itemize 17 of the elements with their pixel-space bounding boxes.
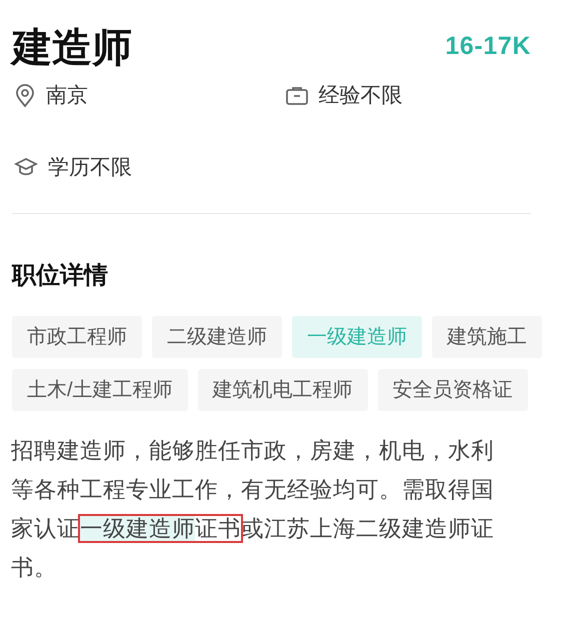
- skill-tag: 安全员资格证: [378, 369, 528, 411]
- job-description: 招聘建造师，能够胜任市政，房建，机电，水利等各种工程专业工作，有无经验均可。需取得国家认证一级建造师证书或江苏上海二级建造师证书。: [11, 437, 495, 582]
- section-title: 职位详情: [12, 261, 109, 291]
- skill-tag: 二级建造师: [152, 316, 282, 358]
- location-pin-icon: [14, 84, 36, 108]
- skill-tag: 建筑施工: [432, 316, 542, 358]
- graduation-cap-icon: [14, 157, 38, 178]
- skill-tag: 一级建造师: [292, 316, 422, 358]
- skill-tag: 市政工程师: [12, 316, 142, 358]
- salary: 16-17K: [445, 31, 531, 62]
- briefcase-icon: [284, 86, 308, 106]
- job-title: 建造师: [12, 25, 132, 72]
- info-text: 经验不限: [318, 83, 402, 109]
- info-text: 南京: [46, 83, 88, 109]
- skill-tag: 土木/土建工程师: [12, 369, 188, 411]
- info-text: 学历不限: [48, 154, 132, 180]
- skill-tag: 建筑机电工程师: [198, 369, 368, 411]
